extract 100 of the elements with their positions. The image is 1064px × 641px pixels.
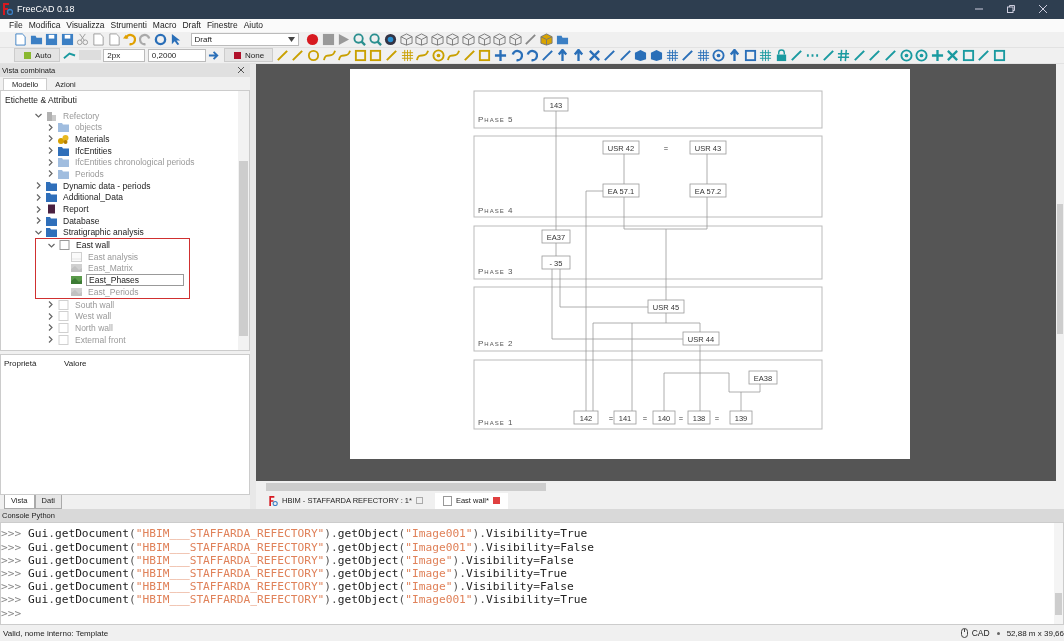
tree-item[interactable]: Materials [73,133,112,144]
line-icon[interactable] [821,48,835,62]
curve-icon[interactable] [447,48,461,62]
scissors-icon[interactable] [76,33,90,47]
grid-icon[interactable] [696,48,710,62]
menu-item[interactable]: Aiuto [240,20,266,31]
report-icon [46,204,57,215]
tree-item[interactable]: Database [61,215,102,226]
line-icon[interactable] [681,48,695,62]
phase-label: Phase 3 [478,266,514,276]
tree-item[interactable]: Additional_Data [61,192,125,203]
menu-item[interactable]: Finestre [203,20,241,31]
curve-icon[interactable] [416,48,430,62]
folder-icon [58,169,69,179]
group-button[interactable]: None [224,48,274,63]
line-width-field[interactable]: 2px [103,48,146,62]
redo-icon[interactable] [138,33,152,47]
menu-item[interactable]: Strumenti [107,20,150,31]
curve-icon[interactable] [338,48,352,62]
line-icon[interactable] [977,48,991,62]
folder-icon [46,192,57,203]
arrow-icon[interactable] [727,48,741,62]
arrow-icon[interactable] [572,48,586,62]
plus-icon[interactable] [494,48,508,62]
target-icon[interactable] [384,33,398,47]
line-icon[interactable] [291,48,305,62]
value-spinbox[interactable]: 0,2000 [147,48,206,62]
square-icon[interactable] [353,48,367,62]
tree-item[interactable]: Report [61,204,91,215]
grid-icon[interactable] [759,48,773,62]
arrow-icon[interactable] [208,48,222,62]
hash-icon[interactable] [837,48,851,62]
phase-label: Phase 5 [478,114,514,124]
menu-item[interactable]: Draft [179,20,204,31]
line-icon[interactable] [883,48,897,62]
tree-item[interactable]: Dynamic data - periods [61,180,153,191]
undo-icon[interactable] [525,48,539,62]
line-icon[interactable] [462,48,476,62]
rectangle-icon[interactable] [478,48,492,62]
folder-icon [58,122,69,133]
stop-icon[interactable] [321,33,335,47]
tree-item[interactable]: Stratigraphic analysis [61,227,146,238]
arrow-icon[interactable] [556,48,570,62]
scrollbar-thumb[interactable] [266,482,546,491]
tree-item[interactable]: IfcEntities [73,145,114,156]
line-icon[interactable] [790,48,804,62]
plus-icon[interactable] [930,48,944,62]
window-title: FreeCAD 0.18 [17,4,75,15]
line-icon[interactable] [852,48,866,62]
tree-item[interactable]: East wall [74,240,112,251]
page-icon [58,311,69,322]
line-icon[interactable] [524,33,538,47]
console-line: >>> Gui.getDocument("HBIM___STAFFARDA_REFECTORY").getObject("Image").Visibility=False [1,580,575,594]
mode-button[interactable]: Auto [14,48,61,63]
page-icon [442,495,452,506]
zoom-icon[interactable] [352,33,366,47]
line-icon[interactable] [540,48,554,62]
scrollbar-thumb[interactable] [239,160,248,336]
page-icon [58,299,69,310]
line-icon[interactable] [603,48,617,62]
line-icon[interactable] [618,48,632,62]
connector-line [555,242,557,258]
tree-item[interactable]: East_Phases [86,274,184,287]
save-icon[interactable] [45,33,59,47]
folder-icon [46,215,57,226]
scrollbar-thumb[interactable] [1055,593,1062,616]
save-icon[interactable] [60,33,74,47]
image-icon [71,286,82,297]
navigation-style[interactable]: CAD [971,628,990,639]
spheres-icon [58,133,69,144]
undo-icon[interactable] [123,33,137,47]
scrollbar-thumb[interactable] [1057,203,1063,334]
menu-item[interactable]: Visualizza [63,20,108,31]
line-icon[interactable] [868,48,882,62]
menu-item[interactable]: File [6,20,26,31]
rectangle-icon[interactable] [743,48,757,62]
square-icon[interactable] [961,48,975,62]
console-line: >>> Gui.getDocument("HBIM___STAFFARDA_REFECTORY").getObject("Image001").Visibility=False [1,540,595,554]
line-icon[interactable] [275,48,289,62]
folder-icon [46,180,57,191]
circle-icon[interactable] [306,48,320,62]
document-icon[interactable] [14,33,27,47]
phase-label: Phase 2 [478,338,514,348]
curve-icon[interactable] [322,48,336,62]
square-icon[interactable] [993,48,1007,62]
cross-icon[interactable] [946,48,960,62]
grid-icon[interactable] [665,48,679,62]
page-icon [58,334,69,345]
cross-icon[interactable] [587,48,601,62]
lock-icon[interactable] [774,48,788,62]
image-icon [71,263,82,274]
menu-item[interactable]: Macro [149,20,180,31]
image-icon [71,275,82,286]
console-line: >>> Gui.getDocument("HBIM___STAFFARDA_REFECTORY").getObject("Image001").Visibility=True [1,593,589,607]
workbench-dropdown[interactable]: Draft [190,33,299,47]
record-icon[interactable] [306,33,320,47]
menu-item[interactable]: Modifica [25,20,64,31]
restore-icon[interactable] [1006,4,1016,15]
phase-label: Phase 1 [478,417,514,427]
app-logo-icon [269,495,278,506]
